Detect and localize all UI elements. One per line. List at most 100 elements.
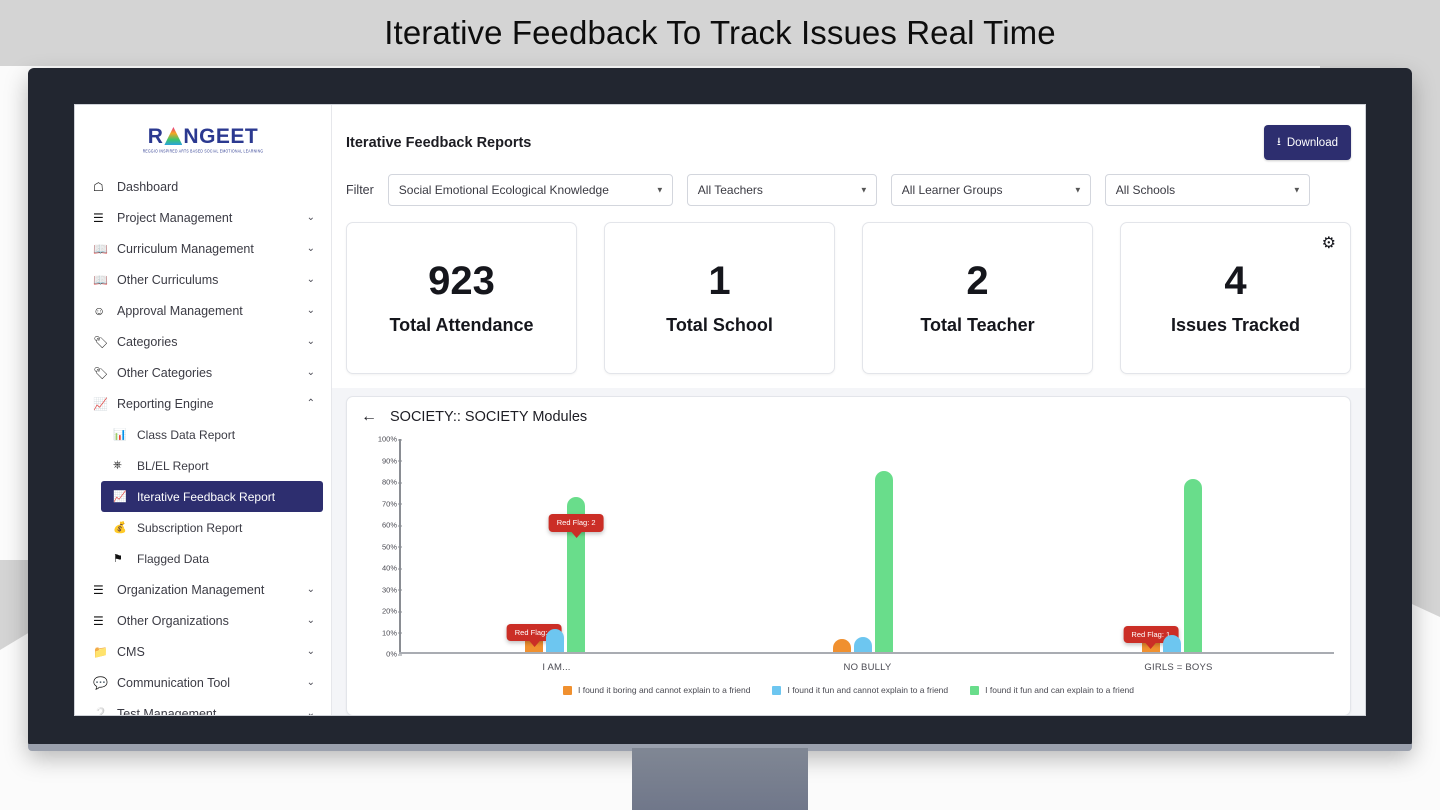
sidebar-item-label: Other Curriculums bbox=[117, 272, 219, 287]
sidebar-item-categories[interactable]: 🏷 Categories ⌄ bbox=[75, 326, 331, 357]
book-icon: 📖 bbox=[93, 272, 108, 287]
x-tick-label: NO BULLY bbox=[843, 662, 892, 673]
legend-label: I found it fun and cannot explain to a f… bbox=[787, 685, 949, 695]
y-tick-label: 0% bbox=[363, 650, 402, 659]
user-check-icon: ☺ bbox=[93, 303, 106, 318]
legend-swatch bbox=[562, 685, 572, 695]
y-tick-label: 50% bbox=[363, 542, 402, 551]
chart-bar[interactable] bbox=[854, 637, 873, 652]
teachers-select-value: All Teachers bbox=[697, 183, 763, 197]
sidebar-item-project-management[interactable]: ☰ Project Management ⌄ bbox=[75, 202, 331, 233]
sidebar-item-label: Test Management bbox=[117, 706, 217, 716]
sidebar-item-flagged-data[interactable]: ⚑ Flagged Data bbox=[75, 543, 331, 574]
stat-card-issues-tracked: ⚙ 4 Issues Tracked bbox=[1120, 222, 1351, 374]
chart-bar[interactable]: Red Flag: 2 bbox=[548, 496, 604, 652]
chart-bar[interactable] bbox=[546, 628, 565, 652]
chart-bar[interactable] bbox=[1162, 634, 1181, 652]
teachers-select[interactable]: All Teachers ▼ bbox=[686, 174, 877, 206]
stat-value: 2 bbox=[966, 258, 989, 303]
page-title: Iterative Feedback Reports bbox=[346, 134, 532, 151]
sidebar-item-label: Dashboard bbox=[117, 179, 179, 194]
chevron-down-icon: ⌄ bbox=[306, 677, 315, 688]
y-tick-label: 70% bbox=[363, 499, 402, 508]
chart-bar[interactable] bbox=[875, 470, 894, 652]
sidebar-item-iterative-feedback-report[interactable]: 📈 Iterative Feedback Report bbox=[101, 481, 323, 512]
chart-bar[interactable] bbox=[833, 639, 852, 652]
curriculum-select-value: Social Emotional Ecological Knowledge bbox=[398, 183, 609, 197]
y-tick-label: 30% bbox=[363, 585, 402, 594]
sidebar-item-label: Communication Tool bbox=[117, 675, 231, 690]
legend-swatch bbox=[970, 685, 980, 695]
sidebar-item-label: Flagged Data bbox=[137, 551, 210, 566]
sidebar-item-label: Organization Management bbox=[117, 582, 265, 597]
sidebar-item-organization-management[interactable]: ☰ Organization Management ⌄ bbox=[75, 574, 331, 605]
chevron-down-icon: ⌄ bbox=[306, 367, 315, 378]
sidebar-item-dashboard[interactable]: ☖ Dashboard bbox=[75, 171, 331, 202]
stat-value: 1 bbox=[708, 258, 731, 303]
stat-label: Total School bbox=[666, 314, 773, 335]
schools-select[interactable]: All Schools ▼ bbox=[1104, 174, 1310, 206]
chevron-down-icon: ⌄ bbox=[306, 708, 315, 715]
sidebar: R NGEET REGGIO INSPIRED ARTS BASED SOCIA… bbox=[75, 105, 332, 715]
sidebar-item-subscription-report[interactable]: 💰 Subscription Report bbox=[75, 512, 331, 543]
filter-label: Filter bbox=[346, 183, 374, 197]
page-header: Iterative Feedback Reports ⭳ Download bbox=[332, 105, 1365, 160]
chart-bar[interactable] bbox=[1183, 479, 1202, 652]
sidebar-item-bl-el-report[interactable]: ⎈ BL/EL Report bbox=[75, 450, 331, 481]
sidebar-item-cms[interactable]: 📁 CMS ⌄ bbox=[75, 636, 331, 667]
brand-logo[interactable]: R NGEET REGGIO INSPIRED ARTS BASED SOCIA… bbox=[75, 113, 331, 165]
bar-chart-icon: 📊 bbox=[113, 429, 127, 441]
sidebar-item-label: Other Categories bbox=[117, 365, 213, 380]
slide-title: Iterative Feedback To Track Issues Real … bbox=[384, 14, 1056, 51]
chevron-down-icon: ⌄ bbox=[306, 305, 315, 316]
chart-panel: ← SOCIETY:: SOCIETY Modules 0% 10% 20% 30% 4… bbox=[346, 396, 1351, 715]
schools-select-value: All Schools bbox=[1115, 183, 1176, 197]
sidebar-item-curriculum-management[interactable]: 📖 Curriculum Management ⌄ bbox=[75, 233, 331, 264]
bar-groups: Red Flag: 1 Red Flag: 2 Red Flag: 1 bbox=[401, 439, 1326, 652]
app-shell: R NGEET REGGIO INSPIRED ARTS BASED SOCIA… bbox=[75, 105, 1365, 715]
chevron-down-icon: ⌄ bbox=[306, 615, 315, 626]
y-tick-label: 90% bbox=[363, 456, 402, 465]
x-tick-label: I AM... bbox=[542, 662, 571, 673]
chevron-down-icon: ▼ bbox=[1073, 185, 1082, 195]
sidebar-item-reporting-engine[interactable]: 📈 Reporting Engine ⌃ bbox=[75, 388, 331, 419]
arrow-left-icon[interactable]: ← bbox=[361, 409, 377, 425]
learner-groups-select[interactable]: All Learner Groups ▼ bbox=[890, 174, 1091, 206]
chart-header: ← SOCIETY:: SOCIETY Modules bbox=[361, 409, 1336, 426]
filter-bar: Filter Social Emotional Ecological Knowl… bbox=[332, 160, 1365, 222]
book-icon: 📖 bbox=[93, 241, 108, 256]
brand-tagline: REGGIO INSPIRED ARTS BASED SOCIAL EMOTIO… bbox=[142, 147, 264, 154]
sidebar-item-approval-management[interactable]: ☺ Approval Management ⌄ bbox=[75, 295, 331, 326]
chart-plot-area: 0% 10% 20% 30% 40% 50% 60% 70% 80% 90% 100% Red Fl… bbox=[378, 435, 1334, 659]
sidebar-item-other-categories[interactable]: 🏷 Other Categories ⌄ bbox=[75, 357, 331, 388]
chart-line-icon: 📈 bbox=[93, 396, 108, 411]
legend-swatch bbox=[772, 685, 782, 695]
chart-bar[interactable]: Red Flag: 1 bbox=[506, 623, 562, 652]
chevron-down-icon: ⌄ bbox=[306, 243, 315, 254]
legend-item[interactable]: I found it fun and can explain to a frie… bbox=[970, 685, 1134, 695]
sidebar-item-communication-tool[interactable]: 💬 Communication Tool ⌄ bbox=[75, 667, 331, 698]
server-icon: ☰ bbox=[93, 613, 104, 628]
sidebar-item-other-organizations[interactable]: ☰ Other Organizations ⌄ bbox=[75, 605, 331, 636]
folder-icon: 📁 bbox=[93, 644, 108, 659]
sidebar-item-other-curriculums[interactable]: 📖 Other Curriculums ⌄ bbox=[75, 264, 331, 295]
legend-item[interactable]: I found it fun and cannot explain to a f… bbox=[772, 685, 948, 695]
sidebar-item-label: Approval Management bbox=[117, 303, 243, 318]
brand-logo-text: R NGEET bbox=[147, 124, 259, 148]
y-tick-label: 20% bbox=[363, 607, 402, 616]
gear-icon[interactable]: ⚙ bbox=[1322, 233, 1336, 253]
chart-bar[interactable]: Red Flag: 1 bbox=[1123, 625, 1179, 652]
x-tick-label: GIRLS = BOYS bbox=[1144, 662, 1213, 673]
chevron-down-icon: ▼ bbox=[655, 185, 664, 195]
sidebar-item-class-data-report[interactable]: 📊 Class Data Report bbox=[75, 419, 331, 450]
download-button[interactable]: ⭳ Download bbox=[1263, 125, 1351, 160]
legend-item[interactable]: I found it boring and cannot explain to … bbox=[562, 685, 750, 695]
stat-value: 4 bbox=[1224, 258, 1247, 303]
server-icon: ☰ bbox=[93, 582, 104, 597]
comment-icon: 💬 bbox=[93, 675, 108, 690]
download-button-label: Download bbox=[1286, 136, 1338, 149]
curriculum-select[interactable]: Social Emotional Ecological Knowledge ▼ bbox=[387, 174, 673, 206]
sidebar-item-test-management[interactable]: ❔ Test Management ⌄ bbox=[75, 698, 331, 716]
chevron-up-icon: ⌃ bbox=[306, 398, 315, 409]
y-tick-label: 10% bbox=[363, 628, 402, 637]
